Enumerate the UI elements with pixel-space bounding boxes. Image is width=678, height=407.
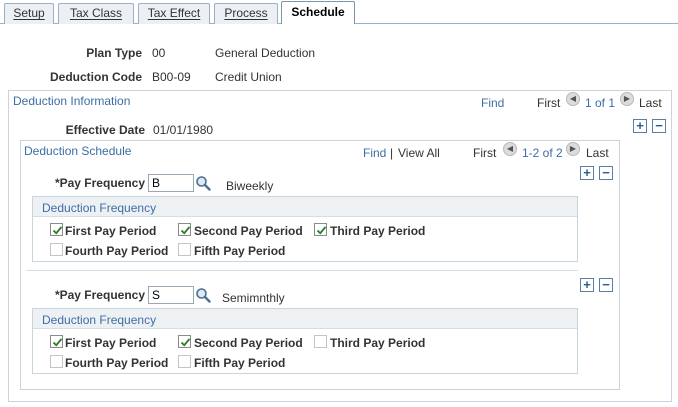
checkmark-icon — [52, 226, 63, 235]
pay-frequency-input[interactable]: S — [148, 286, 194, 304]
fourth-pay-period-checkbox[interactable] — [50, 355, 63, 368]
third-pay-period-checkbox[interactable] — [314, 223, 327, 236]
schedule-separator: | — [390, 146, 394, 160]
deduction-information-title: Deduction Information — [13, 94, 131, 108]
add-effective-row-button[interactable]: + — [633, 119, 647, 133]
left-arrow-icon[interactable]: ◀ — [566, 92, 580, 106]
right-arrow-icon[interactable]: ▶ — [566, 142, 580, 156]
schedule-count: 1-2 of 2 — [522, 146, 563, 160]
minus-icon: − — [655, 118, 663, 133]
schedule-last: Last — [586, 146, 609, 160]
tab-setup[interactable]: Setup — [4, 3, 54, 24]
third-pay-period-label: Third Pay Period — [330, 224, 426, 238]
add-schedule-row-button[interactable]: + — [580, 166, 594, 180]
second-pay-period-checkbox[interactable] — [178, 223, 191, 236]
checkmark-icon — [180, 338, 191, 347]
fourth-pay-period-label: Fourth Pay Period — [65, 356, 169, 370]
right-arrow-icon[interactable]: ▶ — [620, 92, 634, 106]
add-schedule-row-button[interactable]: + — [580, 278, 594, 292]
tab-bar: Setup Tax Class Tax Effect Process Sched… — [0, 0, 678, 24]
fifth-pay-period-label: Fifth Pay Period — [194, 244, 286, 258]
deduction-code-label: Deduction Code — [50, 70, 142, 84]
plan-type-code: 00 — [152, 46, 166, 60]
fourth-pay-period-checkbox[interactable] — [50, 243, 63, 256]
minus-icon: − — [602, 277, 610, 292]
third-pay-period-label: Third Pay Period — [330, 336, 426, 350]
first-pay-period-checkbox[interactable] — [50, 223, 63, 236]
first-pay-period-label: First Pay Period — [65, 224, 157, 238]
second-pay-period-label: Second Pay Period — [194, 336, 303, 350]
plus-icon: + — [583, 165, 591, 180]
schedule-first: First — [473, 146, 497, 160]
second-pay-period-checkbox[interactable] — [178, 335, 191, 348]
remove-effective-row-button[interactable]: − — [652, 119, 666, 133]
left-arrow-icon[interactable]: ◀ — [503, 142, 517, 156]
checkmark-icon — [180, 226, 191, 235]
deduction-code-value: B00-09 — [152, 70, 191, 84]
first-pay-period-label: First Pay Period — [65, 336, 157, 350]
schedule-view-all-link[interactable]: View All — [398, 146, 440, 160]
effective-date-value: 01/01/1980 — [153, 123, 214, 137]
deduction-info-last: Last — [639, 96, 662, 110]
deduction-schedule-title: Deduction Schedule — [24, 144, 132, 158]
schedule-find-link[interactable]: Find — [363, 146, 386, 160]
magnifier-icon[interactable] — [195, 175, 211, 191]
tab-tax-class[interactable]: Tax Class — [58, 3, 134, 24]
pay-frequency-input[interactable]: B — [148, 174, 194, 192]
plus-icon: + — [636, 118, 644, 133]
tab-process[interactable]: Process — [214, 3, 278, 24]
magnifier-icon[interactable] — [195, 287, 211, 303]
plus-icon: + — [583, 277, 591, 292]
fifth-pay-period-checkbox[interactable] — [178, 243, 191, 256]
plan-type-label: Plan Type — [86, 46, 142, 60]
remove-schedule-row-button[interactable]: − — [599, 166, 613, 180]
deduction-info-find-link[interactable]: Find — [481, 96, 504, 110]
second-pay-period-label: Second Pay Period — [194, 224, 303, 238]
deduction-info-count: 1 of 1 — [585, 96, 616, 110]
fifth-pay-period-checkbox[interactable] — [178, 355, 191, 368]
checkmark-icon — [316, 226, 327, 235]
pay-frequency-desc: Biweekly — [226, 179, 274, 193]
remove-schedule-row-button[interactable]: − — [599, 278, 613, 292]
deduction-code-desc: Credit Union — [215, 70, 282, 84]
deduction-info-first: First — [537, 96, 561, 110]
row-divider — [26, 270, 578, 271]
tab-tax-effect[interactable]: Tax Effect — [138, 3, 210, 24]
fourth-pay-period-label: Fourth Pay Period — [65, 244, 169, 258]
checkmark-icon — [52, 338, 63, 347]
pay-frequency-label: *Pay Frequency — [54, 288, 145, 302]
first-pay-period-checkbox[interactable] — [50, 335, 63, 348]
pay-frequency-label: *Pay Frequency — [54, 176, 145, 190]
tab-schedule[interactable]: Schedule — [281, 1, 355, 24]
minus-icon: − — [602, 165, 610, 180]
effective-date-label: Effective Date — [65, 123, 145, 137]
fifth-pay-period-label: Fifth Pay Period — [194, 356, 286, 370]
deduction-frequency-title: Deduction Frequency — [42, 201, 157, 215]
deduction-frequency-title: Deduction Frequency — [42, 313, 157, 327]
pay-frequency-desc: Semimnthly — [222, 291, 285, 305]
third-pay-period-checkbox[interactable] — [314, 335, 327, 348]
plan-type-desc: General Deduction — [215, 46, 316, 60]
